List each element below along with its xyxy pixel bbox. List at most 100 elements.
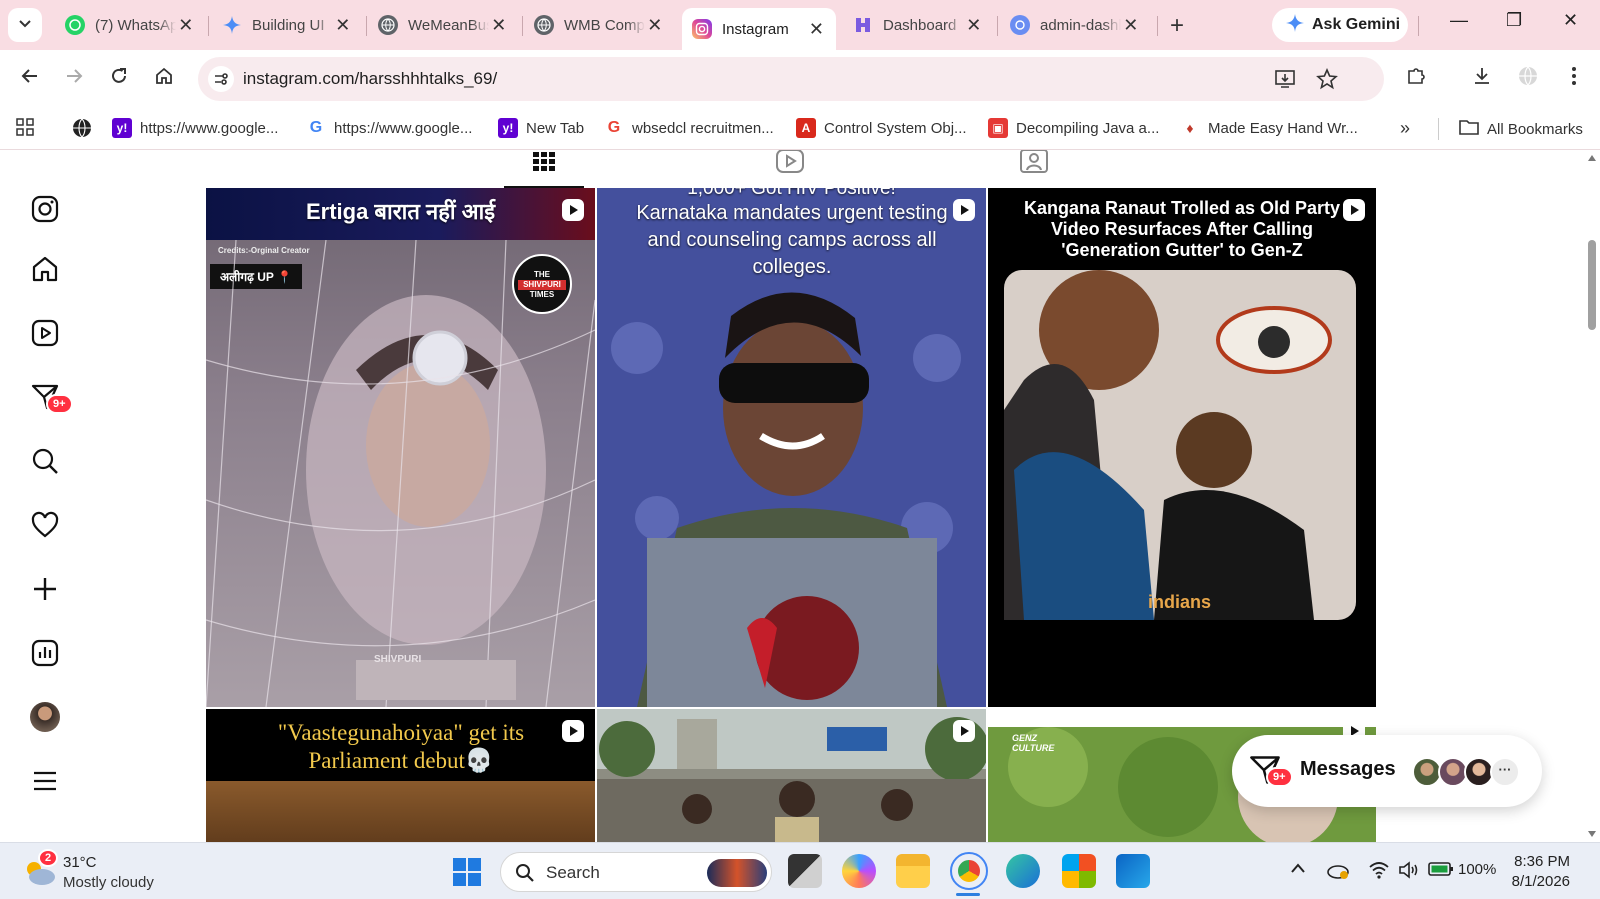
search-icon (515, 863, 535, 888)
bookmark-item-3[interactable]: y! New Tab (498, 118, 584, 138)
tab-search-button[interactable] (8, 8, 42, 42)
reel-play-icon (1342, 198, 1366, 222)
bookmark-item-5[interactable]: A Control System Obj... (796, 118, 967, 138)
bookmark-label: Control System Obj... (824, 119, 967, 137)
bookmark-item-2[interactable]: G https://www.google... (306, 118, 472, 138)
post-image-party (1004, 270, 1356, 620)
minimize-button[interactable]: — (1450, 10, 1468, 31)
start-button[interactable] (452, 857, 482, 892)
battery-icon[interactable] (1428, 861, 1454, 881)
search-icon[interactable] (28, 444, 62, 478)
install-app-icon[interactable] (1274, 68, 1296, 96)
battery-percentage: 100% (1458, 861, 1497, 878)
tab-admin-dashboard[interactable]: admin-dashboard ✕ (1000, 8, 1150, 42)
show-hidden-icons-chevron[interactable] (1290, 861, 1306, 878)
address-bar[interactable]: instagram.com/harsshhhtalks_69/ (198, 57, 1384, 101)
reels-icon[interactable] (28, 316, 62, 350)
tab-posts[interactable] (504, 150, 584, 188)
more-chats-icon: ··· (1490, 757, 1520, 787)
search-label: Search (546, 863, 600, 882)
bookmark-item-6[interactable]: ▣ Decompiling Java a... (988, 118, 1159, 138)
outlook-icon[interactable] (1116, 854, 1150, 888)
tab-reels[interactable] (750, 150, 830, 188)
bookmark-globe-icon[interactable] (72, 118, 92, 138)
menu-button[interactable] (1560, 65, 1588, 93)
apps-grid-icon[interactable] (16, 118, 34, 136)
close-tab-icon[interactable]: ✕ (333, 15, 352, 36)
post-tile[interactable]: Ertiga बारात नहीं आई Credits:-Orginal Cr… (206, 188, 595, 707)
more-vert-icon (1571, 66, 1577, 92)
dashboard-icon (853, 15, 873, 35)
back-button[interactable] (16, 65, 44, 93)
post-tile[interactable]: 1,000+ Got HIV Positive! Karnataka manda… (597, 188, 986, 707)
scroll-down-icon[interactable] (1587, 830, 1597, 838)
taskbar-clock[interactable]: 8:36 PM 8/1/2026 (1512, 852, 1570, 892)
edge-icon[interactable] (1006, 854, 1040, 888)
onedrive-icon[interactable] (1326, 861, 1350, 883)
bookmark-item-4[interactable]: G wbsedcl recruitmen... (604, 118, 774, 138)
close-tab-icon[interactable]: ✕ (964, 15, 983, 36)
post-tile[interactable]: Kangana Ranaut Trolled as Old Party Vide… (988, 188, 1376, 707)
wifi-icon[interactable] (1368, 861, 1390, 883)
profile-button[interactable] (1514, 65, 1542, 93)
back-arrow-icon (20, 66, 40, 92)
close-window-button[interactable]: ✕ (1563, 10, 1578, 31)
pdf-icon: A (796, 118, 816, 138)
browser-toolbar: instagram.com/harsshhhtalks_69/ (0, 50, 1600, 108)
scroll-up-icon[interactable] (1587, 154, 1597, 162)
close-tab-icon[interactable]: ✕ (176, 15, 195, 36)
downloads-button[interactable] (1468, 65, 1496, 93)
chrome-icon[interactable] (950, 852, 988, 890)
tab-whatsapp[interactable]: (7) WhatsApp ✕ (55, 8, 205, 42)
volume-icon[interactable] (1398, 861, 1420, 883)
post-image-bride (206, 240, 595, 707)
admin-icon (1010, 15, 1030, 35)
home-icon[interactable] (28, 252, 62, 286)
cloud-sun-icon (22, 862, 56, 891)
taskbar-search[interactable]: Search (500, 852, 772, 892)
site-settings-icon[interactable] (208, 66, 234, 92)
post-tile[interactable]: "Vaastegunahoiyaa" get its Parliament de… (206, 709, 595, 842)
messages-floating-button[interactable]: 9+ Messages ··· (1232, 735, 1542, 807)
insights-icon[interactable] (28, 636, 62, 670)
close-tab-icon[interactable]: ✕ (489, 15, 508, 36)
scrollbar-thumb[interactable] (1588, 240, 1596, 330)
tab-dashboard[interactable]: Dashboard ✕ (843, 8, 993, 42)
tab-instagram[interactable]: Instagram ✕ (682, 8, 836, 50)
gemini-icon (222, 15, 242, 35)
bookmark-star-icon[interactable] (1316, 67, 1338, 96)
more-menu-icon[interactable] (28, 764, 62, 798)
messages-badge: 9+ (1266, 767, 1293, 787)
instagram-logo-icon[interactable] (28, 192, 62, 226)
close-tab-icon[interactable]: ✕ (1121, 15, 1140, 36)
bookmark-item-7[interactable]: ♦ Made Easy Hand Wr... (1180, 118, 1358, 138)
tab-wemeanbusiness[interactable]: WeMeanBusiness ✕ (368, 8, 518, 42)
weather-widget[interactable]: 2 (22, 849, 59, 892)
all-bookmarks-button[interactable]: All Bookmarks (1438, 118, 1583, 140)
forward-arrow-icon (64, 66, 84, 92)
bookmark-item-1[interactable]: y! https://www.google... (112, 118, 278, 138)
page-scrollbar[interactable] (1584, 150, 1600, 842)
microsoft-store-icon[interactable] (1062, 854, 1096, 888)
file-explorer-icon[interactable] (896, 854, 930, 888)
copilot-icon[interactable] (842, 854, 876, 888)
more-bookmarks-button[interactable]: » (1400, 118, 1410, 139)
home-button[interactable] (150, 65, 178, 93)
new-tab-button[interactable]: + (1170, 12, 1184, 40)
tab-wmb-company[interactable]: WMB Company ✕ (524, 8, 674, 42)
create-plus-icon[interactable] (28, 572, 62, 606)
forward-button[interactable] (60, 65, 88, 93)
extensions-button[interactable] (1402, 65, 1430, 93)
direct-messages-icon[interactable]: 9+ (28, 380, 73, 414)
close-tab-icon[interactable]: ✕ (807, 19, 826, 40)
close-tab-icon[interactable]: ✕ (645, 15, 664, 36)
tab-tagged[interactable] (994, 150, 1074, 188)
ask-gemini-button[interactable]: Ask Gemini (1272, 8, 1408, 42)
reload-button[interactable] (105, 65, 133, 93)
restore-button[interactable]: ❐ (1506, 10, 1522, 31)
profile-avatar[interactable] (28, 700, 62, 734)
post-tile[interactable] (597, 709, 986, 842)
task-view-icon[interactable] (788, 854, 822, 888)
notifications-heart-icon[interactable] (28, 508, 62, 542)
tab-building-ui[interactable]: Building UI ✕ (212, 8, 362, 42)
